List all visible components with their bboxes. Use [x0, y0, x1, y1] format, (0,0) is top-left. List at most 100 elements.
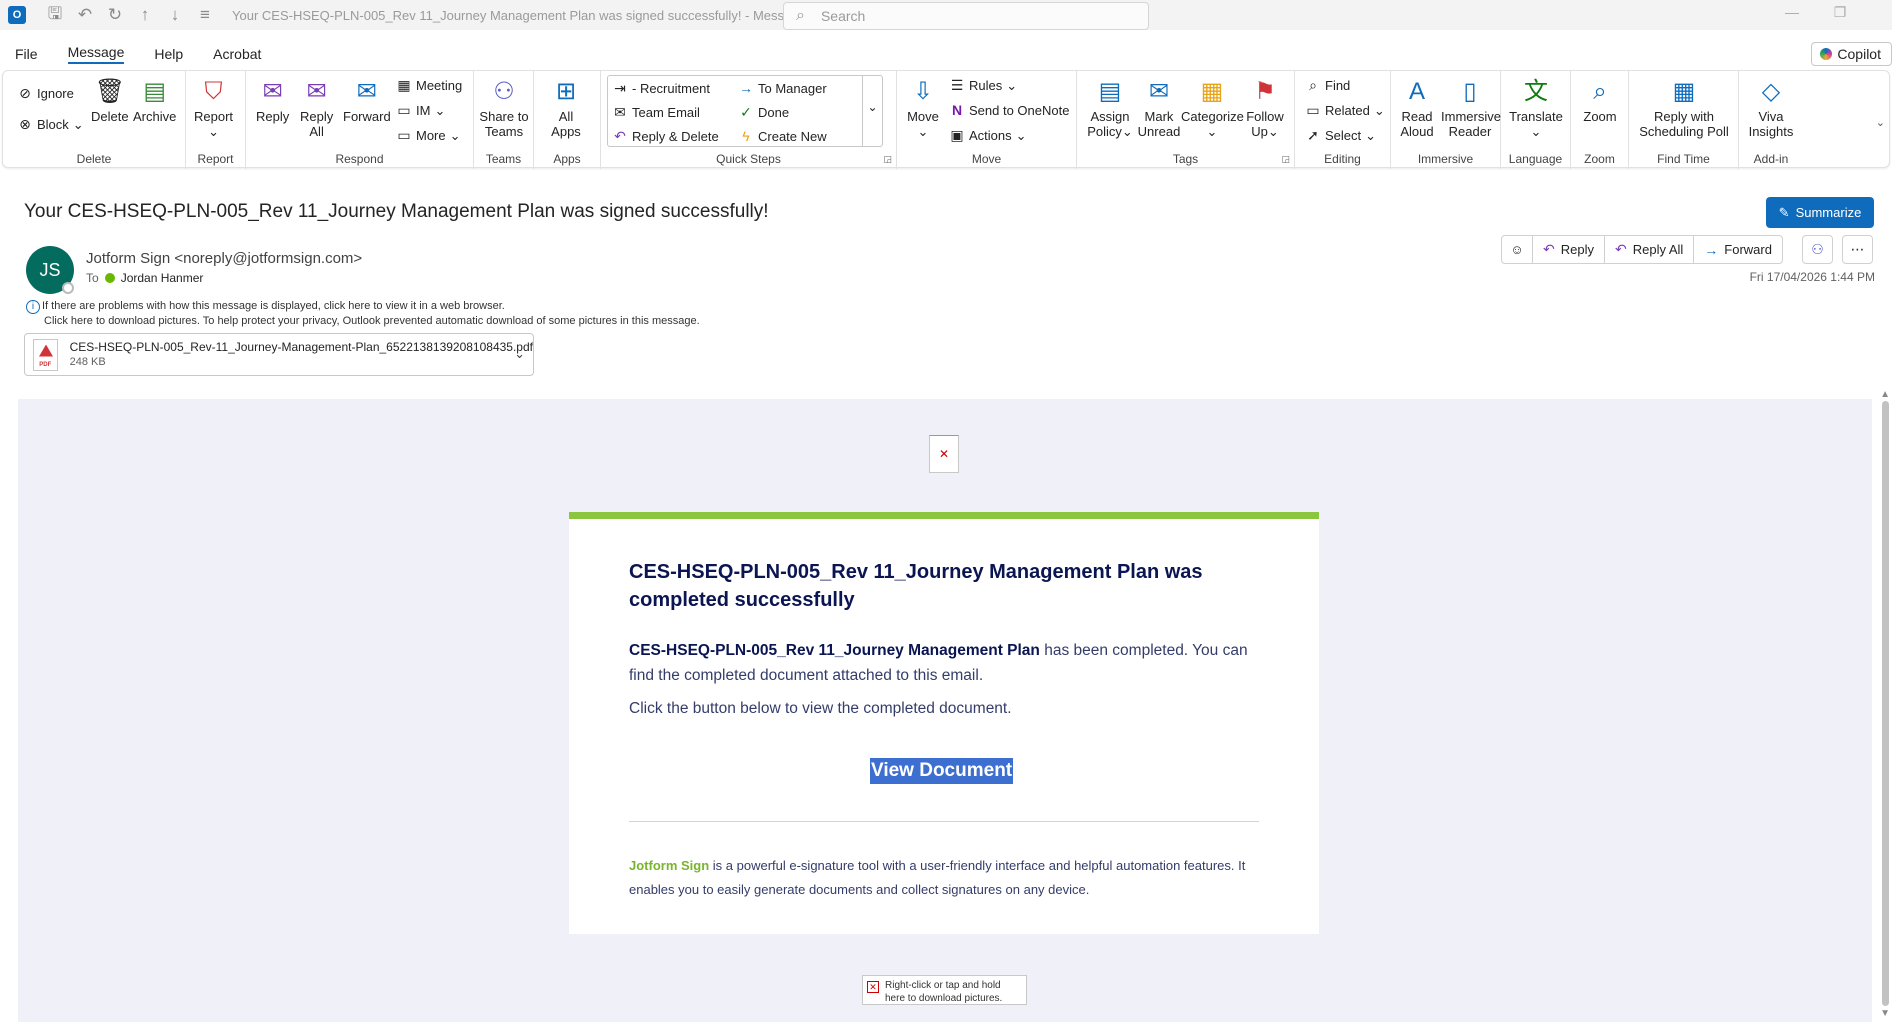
all-apps-button[interactable]: ⊞ All Apps [546, 77, 586, 139]
chevron-down-icon[interactable]: ⌄ [514, 346, 525, 362]
chat-icon: ▭ [397, 102, 411, 118]
minimize-icon[interactable]: — [1777, 4, 1807, 20]
menu-file[interactable]: File [15, 46, 38, 62]
reply-all-button[interactable]: ↶ Reply All [1603, 235, 1695, 264]
chevron-down-icon: ⌄ [1206, 124, 1218, 139]
jotform-sign-link[interactable]: Jotform Sign [629, 858, 709, 873]
move-button[interactable]: ⇩ Move ⌄ [905, 77, 941, 139]
scroll-up-icon[interactable]: ▲ [1880, 389, 1890, 400]
delete-button[interactable]: 🗑 Delete [91, 77, 129, 124]
quick-step-create-new[interactable]: ϟ Create New [738, 128, 826, 144]
teams-chat-button[interactable]: ⚇ [1802, 235, 1833, 264]
ignore-button[interactable]: ⊘ Ignore [17, 85, 74, 102]
recipient[interactable]: Jordan Hanmer [121, 271, 204, 285]
arrow-right-icon: → [739, 80, 753, 96]
email-heading: CES-HSEQ-PLN-005_Rev 11_Journey Manageme… [629, 561, 1203, 611]
quick-steps-more-icon[interactable]: ⌄ [862, 76, 882, 146]
scrollbar-thumb[interactable] [1882, 401, 1889, 1006]
sender[interactable]: Jotform Sign <noreply@jotformsign.com> [86, 250, 362, 267]
broken-image-icon[interactable]: ✕ [929, 435, 959, 473]
quick-step-reply-delete[interactable]: ↶ Reply & Delete [612, 128, 719, 145]
quick-step-team-email[interactable]: ✉ Team Email [612, 104, 700, 121]
move-label: Move [907, 109, 939, 124]
scheduling-poll-button[interactable]: ▦ Reply with Scheduling Poll [1631, 77, 1737, 139]
reply-all-ribbon-button[interactable]: ✉ Reply All [300, 77, 333, 139]
info-bar[interactable]: i If there are problems with how this mes… [26, 299, 700, 329]
group-label: Apps [553, 152, 581, 166]
flag-icon: ⚑ [1254, 78, 1276, 105]
immersive-reader-button[interactable]: ▯ Immersive Reader [1441, 77, 1501, 139]
categorize-button[interactable]: ▦ Categorize ⌄ [1181, 77, 1244, 139]
follow-label-1: Follow [1246, 109, 1284, 124]
reply-ribbon-button[interactable]: ✉ Reply [256, 77, 289, 124]
quick-step-done[interactable]: ✓ Done [738, 104, 789, 121]
group-label: Language [1508, 152, 1563, 166]
report-button[interactable]: ⛉ Report ⌄ [194, 77, 233, 139]
archive-icon: ▤ [143, 78, 167, 105]
rules-button[interactable]: ☰ Rules ⌄ [949, 77, 1017, 94]
reply-button[interactable]: ↶ Reply [1532, 235, 1605, 264]
emoji-reaction-button[interactable]: ☺ [1501, 235, 1533, 264]
more-button[interactable]: ▭ More ⌄ [396, 127, 460, 144]
reply-all-label-1: Reply [300, 109, 334, 124]
chevron-down-icon: ⌄ [1121, 124, 1133, 139]
mark-unread-button[interactable]: ✉ Mark Unread [1137, 77, 1181, 139]
follow-up-button[interactable]: ⚑ Follow Up⌄ [1243, 77, 1287, 139]
find-label: Find [1325, 78, 1351, 93]
dialog-launcher-icon[interactable]: ◲ [1281, 154, 1290, 165]
dialog-launcher-icon[interactable]: ◲ [883, 154, 892, 165]
send-to-onenote-button[interactable]: N Send to OneNote [949, 102, 1070, 118]
blocked-image-placeholder[interactable]: ✕ Right-click or tap and hold here to do… [862, 975, 1027, 1005]
save-icon[interactable]: 🖫 [46, 1, 64, 30]
view-in-browser-text[interactable]: If there are problems with how this mess… [42, 300, 505, 312]
copilot-button[interactable]: Copilot [1811, 42, 1892, 66]
group-label: Delete [76, 152, 112, 166]
block-button[interactable]: ⊗ Block ⌄ [17, 116, 84, 133]
delete-label: Delete [91, 109, 129, 124]
zoom-button[interactable]: ⌕ Zoom [1577, 77, 1623, 124]
quick-step-to-manager[interactable]: → To Manager [738, 80, 827, 96]
actions-button[interactable]: ▣ Actions ⌄ [949, 127, 1026, 144]
previous-item-icon[interactable]: ↑ [136, 5, 154, 25]
read-aloud-button[interactable]: A Read Aloud [1399, 77, 1435, 139]
group-label: Find Time [1657, 152, 1710, 166]
scroll-down-icon[interactable]: ▼ [1880, 1008, 1890, 1019]
forward-ribbon-button[interactable]: ✉ Forward [343, 77, 391, 124]
forward-button[interactable]: → Forward [1693, 235, 1783, 264]
attachment[interactable]: PDF CES-HSEQ-PLN-005_Rev-11_Journey-Mana… [24, 333, 534, 376]
undo-icon[interactable]: ↶ [76, 5, 94, 25]
redo-icon[interactable]: ↻ [106, 5, 124, 25]
meeting-button[interactable]: ▦ Meeting [396, 77, 462, 94]
quick-step-recruitment[interactable]: ⇥ - Recruitment [612, 80, 710, 97]
related-button[interactable]: ▭ Related ⌄ [1305, 102, 1385, 119]
select-button[interactable]: ➚ Select ⌄ [1305, 127, 1376, 144]
more-actions-button[interactable]: ⋯ [1842, 235, 1873, 264]
email-card: CES-HSEQ-PLN-005_Rev 11_Journey Manageme… [569, 512, 1319, 934]
actions-label: Actions [969, 128, 1012, 143]
archive-button[interactable]: ▤ Archive [133, 77, 176, 124]
document-name: CES-HSEQ-PLN-005_Rev 11_Journey Manageme… [629, 642, 1040, 659]
assign-policy-button[interactable]: ▤ Assign Policy⌄ [1087, 77, 1133, 139]
find-button[interactable]: ⌕ Find [1305, 77, 1350, 94]
group-label: Teams [485, 152, 522, 166]
menu-message[interactable]: Message [67, 44, 125, 64]
im-button[interactable]: ▭ IM ⌄ [396, 102, 445, 119]
ribbon-group-teams: ⚇ Share to Teams Teams [474, 71, 534, 169]
download-pictures-text[interactable]: Click here to download pictures. To help… [44, 315, 700, 327]
menu-help[interactable]: Help [154, 46, 183, 62]
collapse-ribbon-icon[interactable]: ⌄ [1876, 116, 1885, 129]
ellipsis-icon: ⋯ [1850, 241, 1865, 257]
next-item-icon[interactable]: ↓ [166, 5, 184, 25]
restore-icon[interactable]: ❐ [1825, 4, 1855, 21]
summarize-button[interactable]: ✎ Summarize [1766, 197, 1874, 228]
chevron-down-icon: ⌄ [1373, 102, 1385, 118]
menu-acrobat[interactable]: Acrobat [213, 46, 261, 62]
customize-toolbar-icon[interactable]: ≡ [196, 5, 214, 25]
ribbon-group-report: ⛉ Report ⌄ Report [186, 71, 246, 169]
viva-insights-button[interactable]: ◇ Viva Insights [1745, 77, 1797, 139]
translate-button[interactable]: 文 Translate ⌄ [1503, 77, 1569, 139]
block-label: Block [37, 117, 69, 132]
view-document-link[interactable]: View Document [870, 758, 1014, 784]
search-box[interactable]: ⌕ Search [783, 2, 1149, 30]
share-to-teams-button[interactable]: ⚇ Share to Teams [478, 77, 530, 139]
